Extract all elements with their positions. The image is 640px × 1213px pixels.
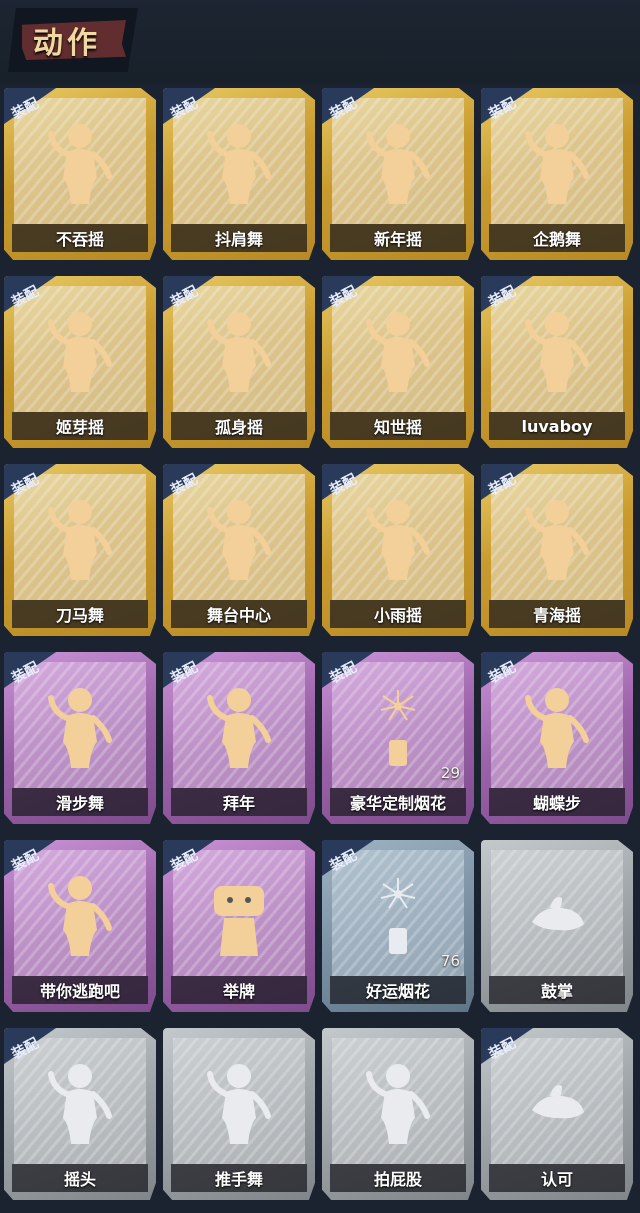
- dancer-figure-icon: [207, 312, 271, 392]
- fireworks-icon: [380, 690, 416, 766]
- dancer-figure-icon: [366, 124, 430, 204]
- emote-name: 滑步舞: [12, 788, 148, 816]
- dancer-figure-icon: [48, 124, 112, 204]
- emote-name: 不吞摇: [12, 224, 148, 252]
- emote-name: 知世摇: [330, 412, 466, 440]
- dancer-figure-icon: [525, 500, 589, 580]
- dancer-figure-icon: [48, 876, 112, 956]
- emote-name: 抖肩舞: [171, 224, 307, 252]
- emote-card[interactable]: 推手舞: [163, 1028, 315, 1200]
- dancer-figure-icon: [207, 1064, 271, 1144]
- emote-card[interactable]: 鼓掌: [481, 840, 633, 1012]
- emote-name: 孤身摇: [171, 412, 307, 440]
- thumbs-up-icon: [532, 1085, 584, 1119]
- emote-name: 新年摇: [330, 224, 466, 252]
- emote-card[interactable]: 装配 舞台中心: [163, 464, 315, 636]
- emote-name: luvaboy: [489, 412, 625, 440]
- emote-card[interactable]: 装配 小雨摇: [322, 464, 474, 636]
- dancer-figure-icon: [207, 124, 271, 204]
- emote-name: 举牌: [171, 976, 307, 1004]
- emote-card[interactable]: 装配 不吞摇: [4, 88, 156, 260]
- bow-figure-icon: [207, 688, 271, 768]
- emote-card[interactable]: 装配 知世摇: [322, 276, 474, 448]
- dancer-figure-icon: [48, 688, 112, 768]
- emote-card[interactable]: 装配 蝴蝶步: [481, 652, 633, 824]
- emote-name: 豪华定制烟花: [330, 788, 466, 816]
- clapping-hands-icon: [532, 897, 584, 931]
- sign-holding-icon: [214, 886, 264, 956]
- emote-card[interactable]: 装配 抖肩舞: [163, 88, 315, 260]
- dancer-figure-icon: [207, 500, 271, 580]
- emote-name: 拜年: [171, 788, 307, 816]
- emote-name: 蝴蝶步: [489, 788, 625, 816]
- item-count: 76: [440, 952, 460, 970]
- emote-card[interactable]: 装配 新年摇: [322, 88, 474, 260]
- emote-name: 青海摇: [489, 600, 625, 628]
- dancer-figure-icon: [48, 500, 112, 580]
- dancer-figure-icon: [525, 124, 589, 204]
- emote-card[interactable]: 装配 姬芽摇: [4, 276, 156, 448]
- dancer-figure-icon: [48, 1064, 112, 1144]
- emote-card[interactable]: 装配 认可: [481, 1028, 633, 1200]
- emote-name: 认可: [489, 1164, 625, 1192]
- emote-name: 小雨摇: [330, 600, 466, 628]
- emote-name: 姬芽摇: [12, 412, 148, 440]
- emote-card[interactable]: 装配 举牌: [163, 840, 315, 1012]
- emote-card[interactable]: 装配 青海摇: [481, 464, 633, 636]
- emote-name: 好运烟花: [330, 976, 466, 1004]
- emote-card[interactable]: 76 装配 好运烟花: [322, 840, 474, 1012]
- emote-card[interactable]: 装配 带你逃跑吧: [4, 840, 156, 1012]
- emote-card[interactable]: 装配 企鹅舞: [481, 88, 633, 260]
- emote-card[interactable]: 装配 刀马舞: [4, 464, 156, 636]
- firework-cylinder-icon: [380, 878, 416, 954]
- emote-card[interactable]: 装配 拜年: [163, 652, 315, 824]
- dancer-figure-icon: [366, 1064, 430, 1144]
- emote-card[interactable]: 装配 孤身摇: [163, 276, 315, 448]
- header-bar: 动作: [0, 0, 640, 84]
- emote-name: 带你逃跑吧: [12, 976, 148, 1004]
- dancer-figure-icon: [48, 312, 112, 392]
- emote-name: 鼓掌: [489, 976, 625, 1004]
- emote-name: 摇头: [12, 1164, 148, 1192]
- emote-card[interactable]: 装配 滑步舞: [4, 652, 156, 824]
- dancer-figure-icon: [525, 688, 589, 768]
- emote-card[interactable]: 装配 luvaboy: [481, 276, 633, 448]
- emote-name: 企鹅舞: [489, 224, 625, 252]
- dancer-figure-icon: [525, 312, 589, 392]
- emote-name: 推手舞: [171, 1164, 307, 1192]
- emote-card[interactable]: 装配 摇头: [4, 1028, 156, 1200]
- dancer-figure-icon: [366, 500, 430, 580]
- dancer-figure-icon: [366, 312, 430, 392]
- emote-card[interactable]: 拍屁股: [322, 1028, 474, 1200]
- emote-name: 刀马舞: [12, 600, 148, 628]
- item-count: 29: [440, 764, 460, 782]
- emote-name: 舞台中心: [171, 600, 307, 628]
- page-title: 动作: [33, 26, 101, 61]
- emote-name: 拍屁股: [330, 1164, 466, 1192]
- emote-card[interactable]: 29 装配 豪华定制烟花: [322, 652, 474, 824]
